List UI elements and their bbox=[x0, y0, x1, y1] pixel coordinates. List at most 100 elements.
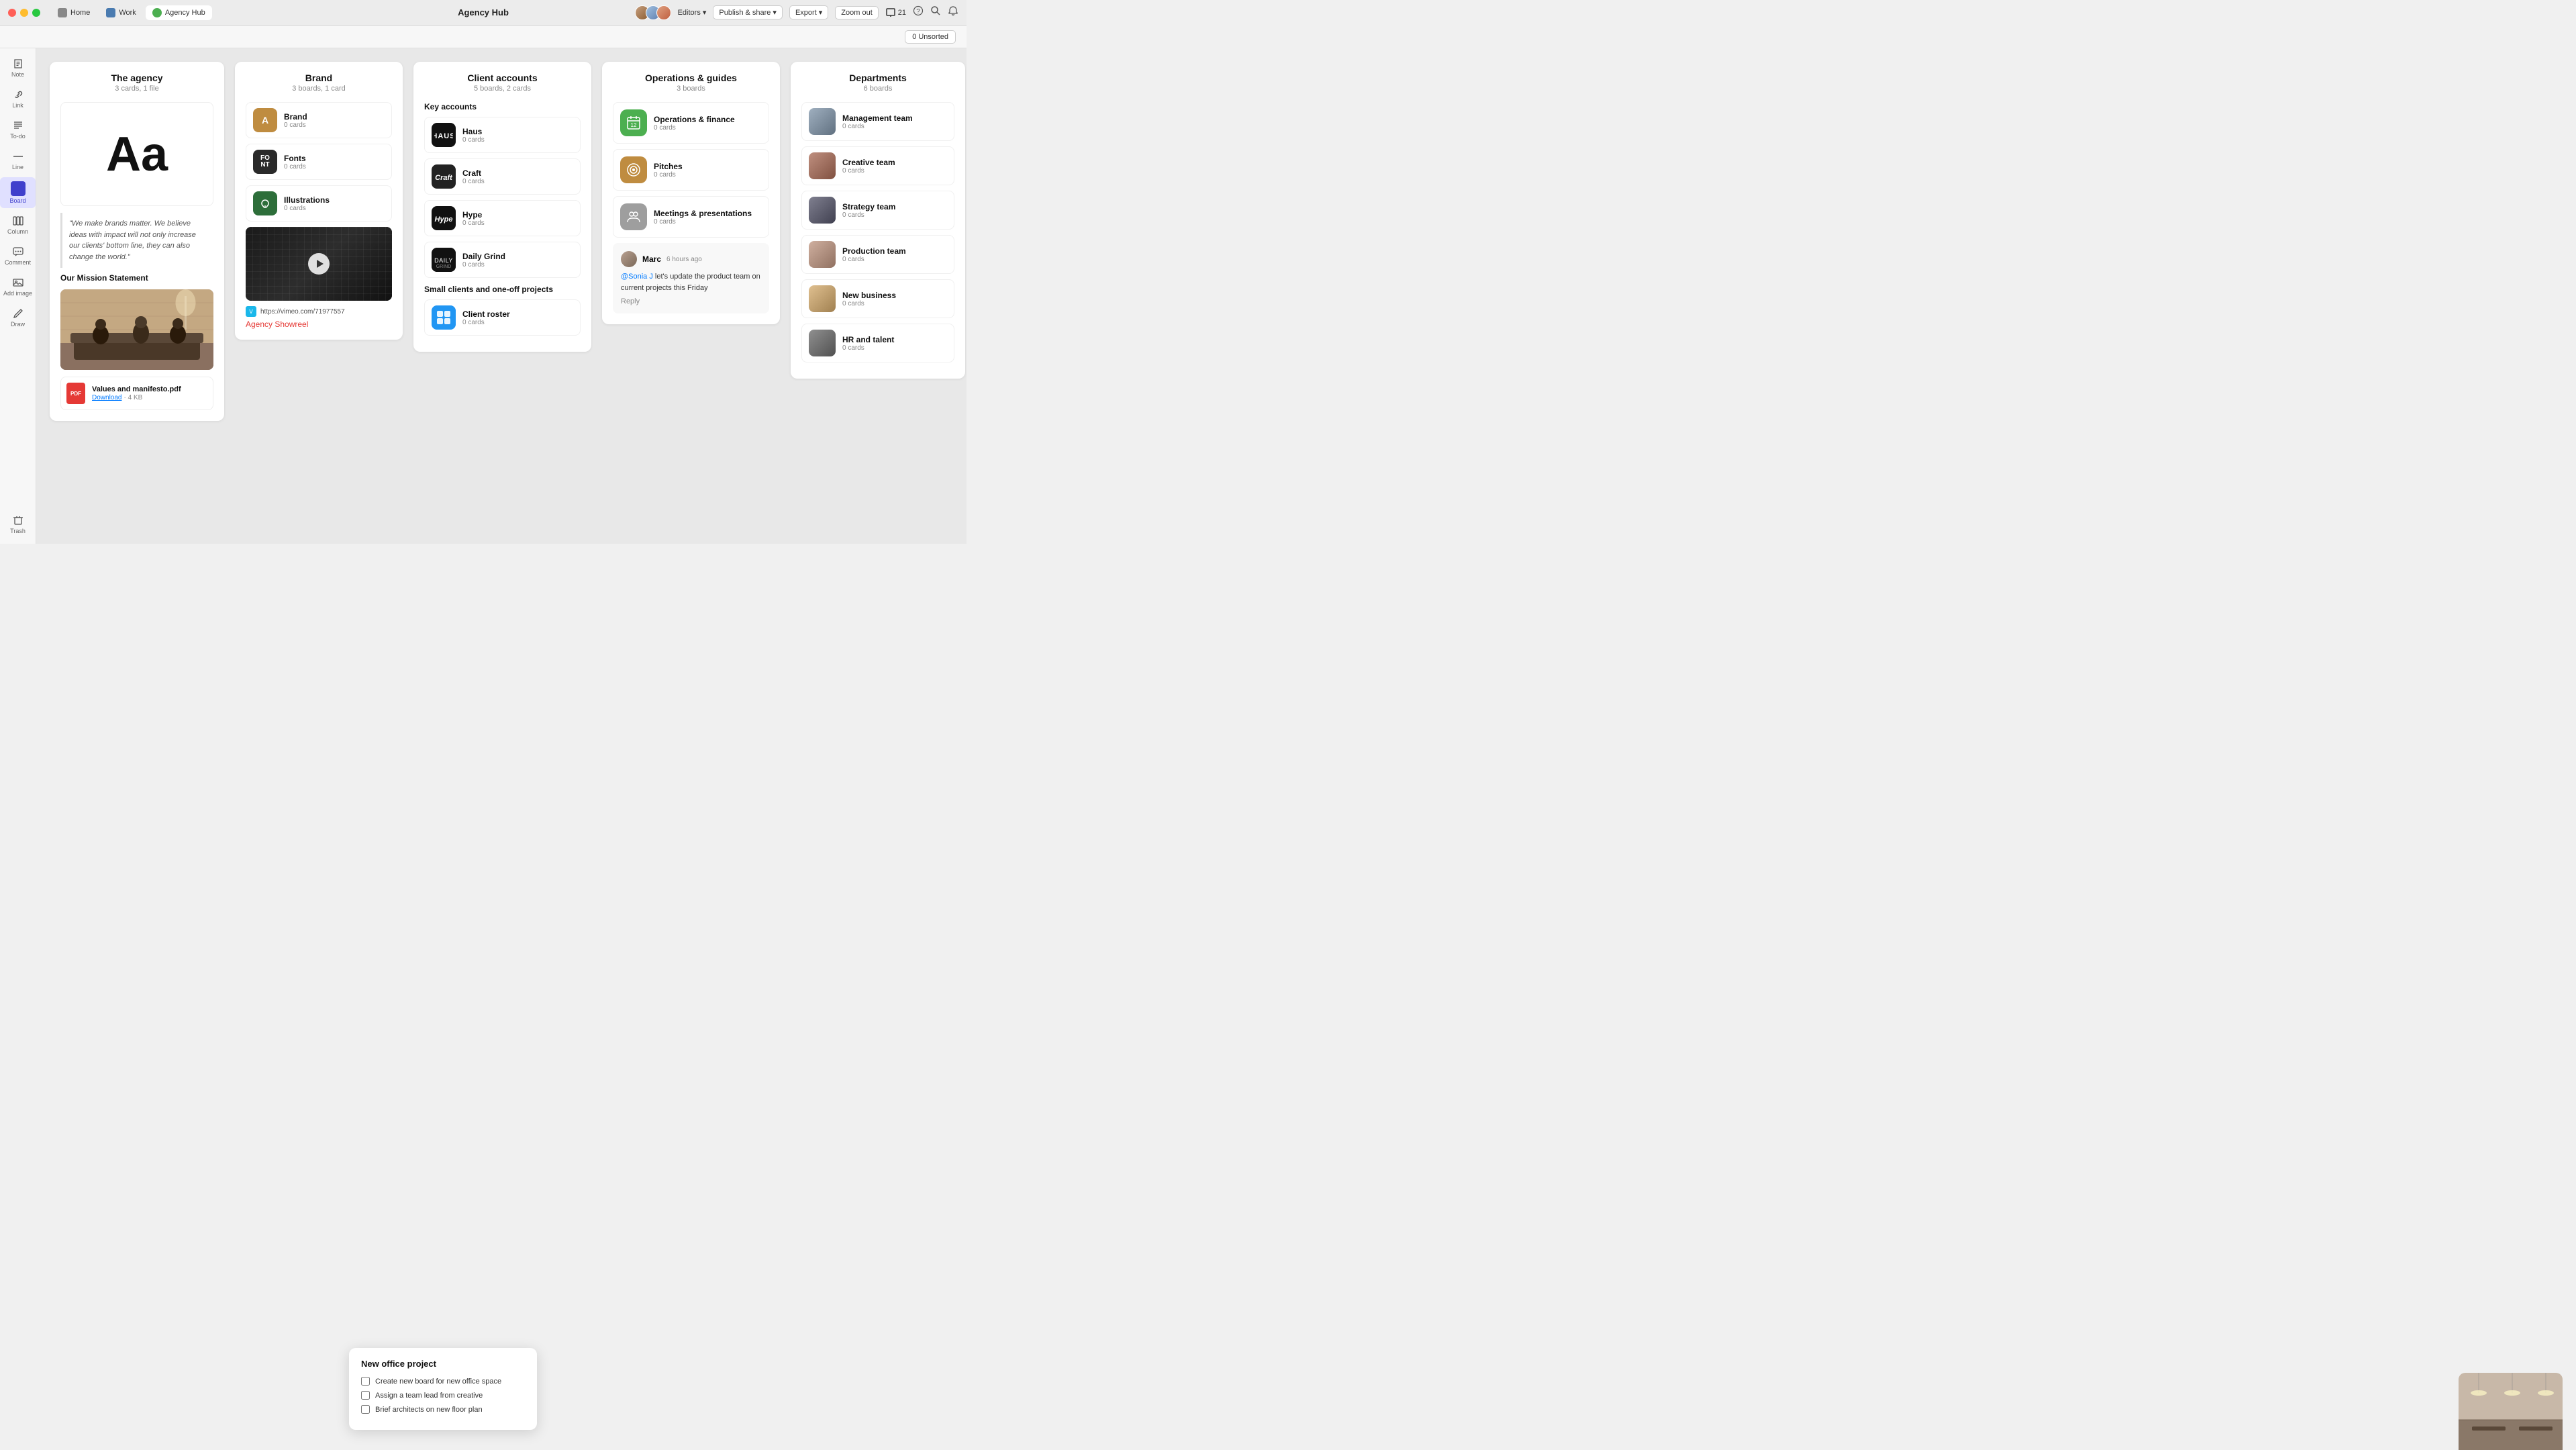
notification-bell-icon[interactable] bbox=[948, 5, 958, 19]
ops-meetings-title: Meetings & presentations bbox=[654, 209, 762, 218]
editors-button[interactable]: Editors ▾ bbox=[678, 8, 707, 17]
video-thumbnail[interactable] bbox=[246, 227, 392, 301]
pdf-download-link[interactable]: Download bbox=[92, 394, 121, 401]
minimize-button[interactable] bbox=[20, 9, 28, 17]
sidebar-item-board[interactable]: Board bbox=[0, 177, 36, 208]
close-button[interactable] bbox=[8, 9, 16, 17]
svg-text:V: V bbox=[249, 309, 253, 315]
tab-agency[interactable]: Agency Hub bbox=[146, 5, 212, 20]
craft-title: Craft bbox=[462, 168, 573, 178]
draw-icon bbox=[12, 307, 24, 320]
unsorted-button[interactable]: 0 Unsorted bbox=[905, 30, 956, 44]
add-image-label: Add image bbox=[3, 290, 32, 297]
brand-item-illustrations[interactable]: Illustrations 0 cards bbox=[246, 185, 392, 222]
office-photo bbox=[2459, 1373, 2563, 1450]
client-accounts-header: Client accounts 5 boards, 2 cards bbox=[424, 72, 581, 93]
task-2-label: Assign a team lead from creative bbox=[375, 1392, 483, 1400]
work-tab-icon bbox=[106, 8, 115, 17]
departments-header: Departments 6 boards bbox=[801, 72, 954, 93]
operations-title: Operations & guides bbox=[613, 72, 769, 83]
avatar-3 bbox=[656, 5, 671, 20]
publish-share-button[interactable]: Publish & share ▾ bbox=[713, 5, 783, 19]
sidebar-item-todo[interactable]: To-do bbox=[0, 115, 36, 144]
vimeo-link-row: V https://vimeo.com/71977557 bbox=[246, 306, 392, 317]
zoom-out-button[interactable]: Zoom out bbox=[835, 6, 878, 19]
small-clients-header: Small clients and one-off projects bbox=[424, 285, 581, 294]
task-row-2: Assign a team lead from creative bbox=[361, 1391, 525, 1400]
client-hype[interactable]: Hype Hype 0 cards bbox=[424, 200, 581, 236]
search-icon[interactable] bbox=[930, 5, 941, 19]
brand-logo-icon: A bbox=[258, 113, 273, 128]
brand-item-brand[interactable]: A Brand 0 cards bbox=[246, 102, 392, 138]
ops-meetings-item[interactable]: Meetings & presentations 0 cards bbox=[613, 196, 769, 238]
client-roster[interactable]: Client roster 0 cards bbox=[424, 299, 581, 336]
comment-avatar bbox=[621, 251, 637, 267]
client-accounts-subtitle: 5 boards, 2 cards bbox=[424, 85, 581, 93]
tab-home[interactable]: Home bbox=[51, 5, 97, 20]
illustrations-item-icon bbox=[253, 191, 277, 215]
play-button[interactable] bbox=[308, 253, 330, 275]
brand-item-fonts[interactable]: FONT Fonts 0 cards bbox=[246, 144, 392, 180]
sidebar-item-note[interactable]: Note bbox=[0, 54, 36, 82]
task-3-checkbox[interactable] bbox=[361, 1405, 370, 1414]
ops-pitches-item[interactable]: Pitches 0 cards bbox=[613, 149, 769, 191]
daily-grind-logo-icon: DAILYGRIND bbox=[432, 248, 456, 272]
dept-management[interactable]: Management team 0 cards bbox=[801, 102, 954, 141]
dept-creative-sub: 0 cards bbox=[842, 167, 947, 175]
column-icon bbox=[12, 215, 24, 227]
dept-management-info: Management team 0 cards bbox=[842, 113, 947, 130]
client-daily-grind[interactable]: DAILYGRIND Daily Grind 0 cards bbox=[424, 242, 581, 278]
play-triangle-icon bbox=[317, 260, 324, 268]
task-row-1: Create new board for new office space bbox=[361, 1377, 525, 1386]
dept-hr-sub: 0 cards bbox=[842, 344, 947, 352]
app-body: Note Link To-do Line Board Column Commen… bbox=[0, 48, 967, 544]
ops-finance-info: Operations & finance 0 cards bbox=[654, 115, 762, 132]
tab-work-label: Work bbox=[119, 9, 136, 17]
unsorted-label: 0 Unsorted bbox=[912, 33, 948, 41]
dept-strategy-title: Strategy team bbox=[842, 202, 947, 211]
help-icon[interactable]: ? bbox=[913, 5, 924, 19]
new-project-card: New office project Create new board for … bbox=[349, 1348, 537, 1430]
dept-management-sub: 0 cards bbox=[842, 123, 947, 130]
client-haus[interactable]: HAUS Haus 0 cards bbox=[424, 117, 581, 153]
dept-hr[interactable]: HR and talent 0 cards bbox=[801, 324, 954, 362]
sidebar-item-column[interactable]: Column bbox=[0, 211, 36, 239]
meeting-icon bbox=[626, 209, 642, 225]
sidebar-item-add-image[interactable]: Add image bbox=[0, 273, 36, 301]
dept-strategy-info: Strategy team 0 cards bbox=[842, 202, 947, 219]
ops-pitches-sub: 0 cards bbox=[654, 171, 762, 179]
task-2-checkbox[interactable] bbox=[361, 1391, 370, 1400]
top-bar: 0 Unsorted bbox=[0, 26, 967, 48]
dept-creative[interactable]: Creative team 0 cards bbox=[801, 146, 954, 185]
task-1-checkbox[interactable] bbox=[361, 1377, 370, 1386]
sidebar-item-comment[interactable]: Comment bbox=[0, 242, 36, 270]
sidebar-item-line[interactable]: Line bbox=[0, 146, 36, 175]
dept-production[interactable]: Production team 0 cards bbox=[801, 235, 954, 274]
dept-strategy-avatar bbox=[809, 197, 836, 224]
draw-label: Draw bbox=[11, 321, 25, 328]
brand-item-sub: 0 cards bbox=[284, 122, 385, 129]
daily-grind-icon: DAILYGRIND bbox=[432, 248, 456, 272]
sidebar-item-trash[interactable]: Trash bbox=[0, 510, 36, 538]
editors-label: Editors bbox=[678, 9, 701, 17]
reply-button[interactable]: Reply bbox=[621, 297, 761, 305]
sidebar-item-link[interactable]: Link bbox=[0, 85, 36, 113]
craft-info: Craft 0 cards bbox=[462, 168, 573, 185]
dept-strategy[interactable]: Strategy team 0 cards bbox=[801, 191, 954, 230]
comment-icon bbox=[12, 246, 24, 258]
title-bar: Home Work Agency Hub Agency Hub Editors … bbox=[0, 0, 967, 26]
todo-icon bbox=[12, 119, 24, 132]
the-agency-column: The agency 3 cards, 1 file Aa "We make b… bbox=[50, 62, 224, 421]
sidebar-item-draw[interactable]: Draw bbox=[0, 303, 36, 332]
client-roster-icon bbox=[432, 305, 456, 330]
export-button[interactable]: Export ▾ bbox=[789, 5, 828, 19]
client-craft[interactable]: Craft Craft 0 cards bbox=[424, 158, 581, 195]
tab-work[interactable]: Work bbox=[99, 5, 142, 20]
ops-finance-item[interactable]: 12 Operations & finance 0 cards bbox=[613, 102, 769, 144]
agency-tab-icon bbox=[152, 8, 162, 17]
dept-new-business[interactable]: New business 0 cards bbox=[801, 279, 954, 318]
showreel-link[interactable]: Agency Showreel bbox=[246, 320, 392, 329]
notification-area: 21 bbox=[885, 7, 906, 18]
operations-column: Operations & guides 3 boards 12 Operatio… bbox=[602, 62, 780, 324]
maximize-button[interactable] bbox=[32, 9, 40, 17]
